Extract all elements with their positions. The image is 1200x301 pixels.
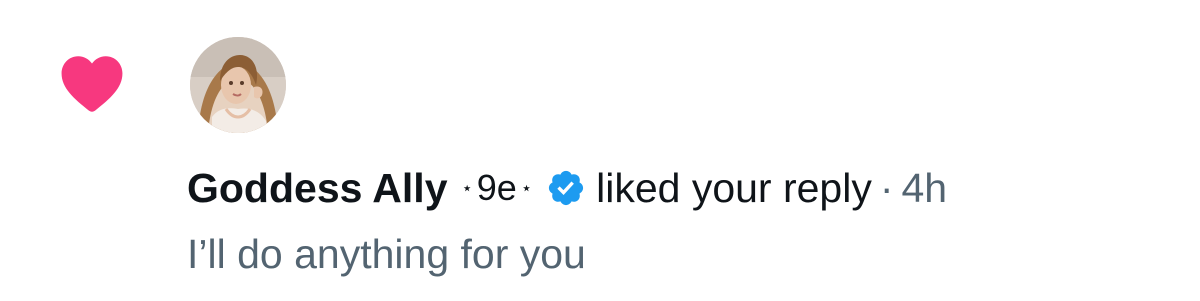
liked-reply-text[interactable]: I’ll do anything for you xyxy=(187,224,586,284)
verified-badge-icon xyxy=(549,170,584,206)
name-decoration-text: 9e xyxy=(476,167,517,208)
avatar-photo xyxy=(190,37,286,133)
name-decoration: ⋆ 9e ⋆ xyxy=(458,158,537,218)
star-icon: ⋆ xyxy=(520,178,533,198)
separator-dot: · xyxy=(879,165,894,211)
user-avatar[interactable] xyxy=(190,37,286,133)
star-icon: ⋆ xyxy=(461,178,473,198)
notification-headline: Goddess Ally ⋆ 9e ⋆ liked your reply · 4… xyxy=(187,158,947,218)
heart-icon xyxy=(61,56,123,112)
like-notification[interactable]: Goddess Ally ⋆ 9e ⋆ liked your reply · 4… xyxy=(0,0,1200,301)
user-display-name[interactable]: Goddess Ally xyxy=(187,158,448,218)
timestamp[interactable]: 4h xyxy=(902,158,948,218)
notification-action: liked your reply xyxy=(596,165,872,211)
